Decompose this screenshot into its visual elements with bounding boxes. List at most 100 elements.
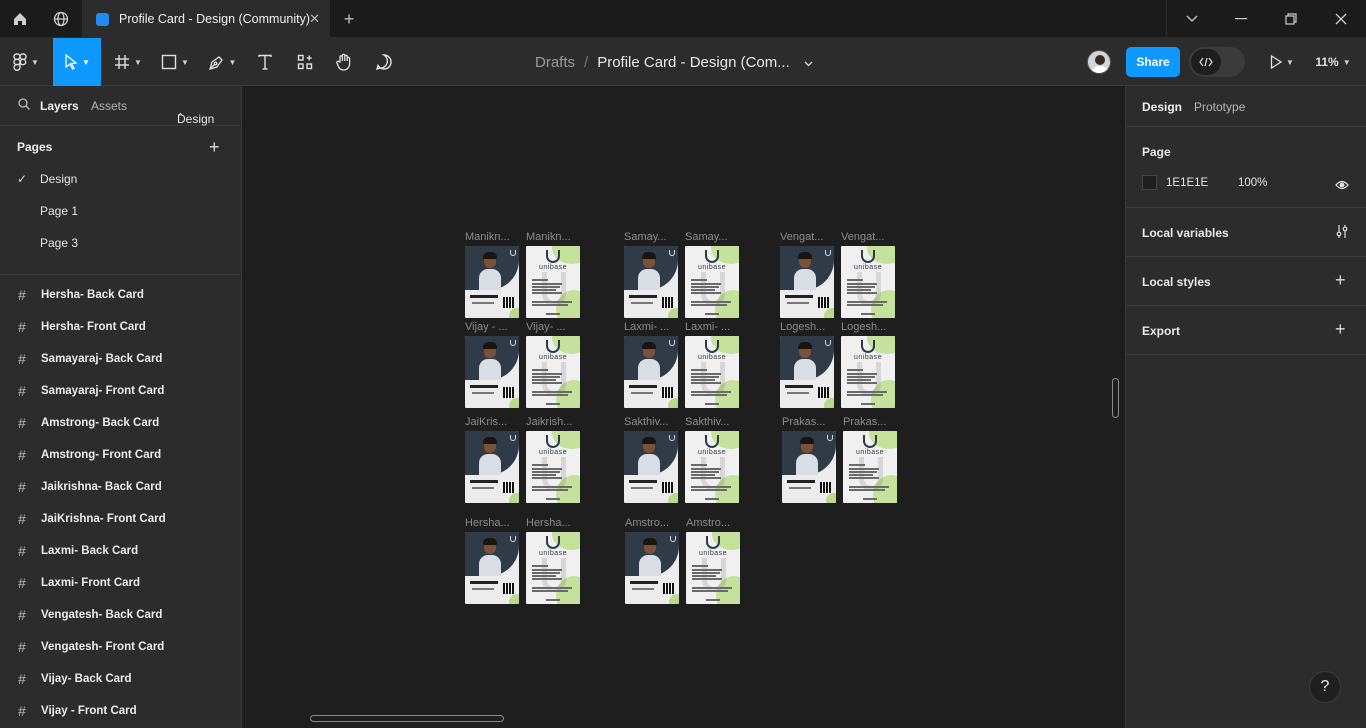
back-id-card[interactable]: unibase xyxy=(526,336,580,408)
layer-item[interactable]: # Laxmi- Back Card xyxy=(0,535,241,567)
front-id-card[interactable] xyxy=(780,336,834,408)
breadcrumb-drafts[interactable]: Drafts xyxy=(535,54,575,71)
back-id-card[interactable]: unibase xyxy=(686,532,740,604)
frame-label[interactable]: Manikn... xyxy=(465,231,510,243)
add-style-icon[interactable]: + xyxy=(1335,271,1346,289)
dev-mode-toggle[interactable] xyxy=(1189,47,1245,77)
page-item-page-3[interactable]: Page 3 xyxy=(0,227,241,259)
chevron-down-icon[interactable] xyxy=(1166,0,1216,38)
front-id-card[interactable] xyxy=(624,246,678,318)
resources-icon[interactable] xyxy=(290,38,320,86)
page-color-value[interactable]: 1E1E1E xyxy=(1166,177,1208,189)
page-color-swatch[interactable] xyxy=(1142,175,1157,190)
frame-label[interactable]: Manikn... xyxy=(526,231,571,243)
help-button[interactable]: ? xyxy=(1309,671,1341,703)
visibility-eye-icon[interactable] xyxy=(1335,177,1349,195)
frame-label[interactable]: Samay... xyxy=(624,231,667,243)
frame-label[interactable]: Prakas... xyxy=(843,416,886,428)
frame-label[interactable]: Sakthiv... xyxy=(685,416,729,428)
frame-label[interactable]: Prakas... xyxy=(782,416,825,428)
back-id-card[interactable]: unibase xyxy=(685,246,739,318)
tab-prototype[interactable]: Prototype xyxy=(1194,100,1245,114)
zoom-menu[interactable]: 11% ▼ xyxy=(1308,38,1358,86)
page-opacity-value[interactable]: 100% xyxy=(1238,177,1267,189)
minimize-icon[interactable] xyxy=(1216,0,1266,38)
back-id-card[interactable]: unibase xyxy=(526,431,580,503)
variables-settings-icon[interactable] xyxy=(1335,224,1349,244)
shape-tool-icon[interactable]: ▼ xyxy=(155,38,195,86)
front-id-card[interactable] xyxy=(624,336,678,408)
frame-label[interactable]: Hersha... xyxy=(526,517,571,529)
layer-item[interactable]: # Hersha- Back Card xyxy=(0,279,241,311)
canvas[interactable]: Manikn... Manikn... unibase Samay... Samay..… xyxy=(242,86,1125,728)
back-id-card[interactable]: unibase xyxy=(685,336,739,408)
horizontal-scrollbar[interactable] xyxy=(310,715,504,722)
frame-label[interactable]: Logesh... xyxy=(841,321,886,333)
front-id-card[interactable] xyxy=(465,431,519,503)
layer-item[interactable]: # Vijay - Front Card xyxy=(0,695,241,727)
back-id-card[interactable]: unibase xyxy=(526,532,580,604)
frame-label[interactable]: JaiKris... xyxy=(465,416,507,428)
present-play-icon[interactable]: ▼ xyxy=(1262,38,1302,86)
globe-icon[interactable] xyxy=(41,0,81,38)
text-tool-icon[interactable] xyxy=(250,38,280,86)
back-id-card[interactable]: unibase xyxy=(526,246,580,318)
home-icon[interactable] xyxy=(0,0,40,38)
pen-tool-icon[interactable]: ▼ xyxy=(202,38,242,86)
frame-label[interactable]: Vengat... xyxy=(780,231,823,243)
front-id-card[interactable] xyxy=(780,246,834,318)
layer-item[interactable]: # JaiKrishna- Front Card xyxy=(0,503,241,535)
back-id-card[interactable]: unibase xyxy=(841,246,895,318)
tab-design[interactable]: Design xyxy=(1142,100,1182,114)
local-variables-button[interactable]: Local variables xyxy=(1142,226,1229,240)
layer-item[interactable]: # Amstrong- Back Card xyxy=(0,407,241,439)
layer-item[interactable]: # Amstrong- Front Card xyxy=(0,439,241,471)
file-menu-chevron-icon[interactable] xyxy=(804,54,813,71)
back-id-card[interactable]: unibase xyxy=(685,431,739,503)
add-page-icon[interactable]: + xyxy=(209,138,220,156)
front-id-card[interactable] xyxy=(465,336,519,408)
frame-label[interactable]: Laxmi- ... xyxy=(624,321,669,333)
front-id-card[interactable] xyxy=(465,532,519,604)
frame-label[interactable]: Laxmi- ... xyxy=(685,321,730,333)
frame-label[interactable]: Amstro... xyxy=(686,517,730,529)
frame-label[interactable]: Samay... xyxy=(685,231,728,243)
move-tool-icon[interactable]: ▼ xyxy=(53,38,101,86)
tab-profile-card[interactable]: Profile Card - Design (Community) ✕ xyxy=(82,0,330,38)
tab-close-icon[interactable]: ✕ xyxy=(309,11,320,27)
add-export-icon[interactable]: + xyxy=(1335,320,1346,338)
back-id-card[interactable]: unibase xyxy=(841,336,895,408)
new-tab-icon[interactable]: + xyxy=(329,0,369,38)
frame-label[interactable]: Amstro... xyxy=(625,517,669,529)
back-id-card[interactable]: unibase xyxy=(843,431,897,503)
frame-label[interactable]: Sakthiv... xyxy=(624,416,668,428)
page-item-page-1[interactable]: Page 1 xyxy=(0,195,241,227)
tab-layers[interactable]: Layers xyxy=(40,99,79,113)
search-layers-icon[interactable] xyxy=(18,98,30,113)
hand-tool-icon[interactable] xyxy=(329,38,359,86)
avatar[interactable] xyxy=(1087,50,1111,74)
front-id-card[interactable] xyxy=(782,431,836,503)
comment-icon[interactable] xyxy=(369,38,399,86)
front-id-card[interactable] xyxy=(465,246,519,318)
layer-item[interactable]: # Samayaraj- Back Card xyxy=(0,343,241,375)
file-name[interactable]: Profile Card - Design (Com... xyxy=(597,54,790,71)
front-id-card[interactable] xyxy=(624,431,678,503)
frame-label[interactable]: Vijay- ... xyxy=(526,321,566,333)
layer-item[interactable]: # Jaikrishna- Back Card xyxy=(0,471,241,503)
layer-item[interactable]: # Hersha- Front Card xyxy=(0,311,241,343)
page-item-design[interactable]: ✓ Design xyxy=(0,163,241,195)
layer-item[interactable]: # Vengatesh- Front Card xyxy=(0,631,241,663)
frame-label[interactable]: Vengat... xyxy=(841,231,884,243)
layer-item[interactable]: # Samayaraj- Front Card xyxy=(0,375,241,407)
layer-item[interactable]: # Vijay- Back Card xyxy=(0,663,241,695)
share-button[interactable]: Share xyxy=(1126,47,1180,77)
close-icon[interactable] xyxy=(1316,0,1366,38)
vertical-scrollbar[interactable] xyxy=(1112,378,1119,418)
restore-icon[interactable] xyxy=(1266,0,1316,38)
front-id-card[interactable] xyxy=(625,532,679,604)
frame-label[interactable]: Logesh... xyxy=(780,321,825,333)
frame-label[interactable]: Vijay - ... xyxy=(465,321,508,333)
tab-assets[interactable]: Assets xyxy=(91,99,127,113)
layer-item[interactable]: # Laxmi- Front Card xyxy=(0,567,241,599)
